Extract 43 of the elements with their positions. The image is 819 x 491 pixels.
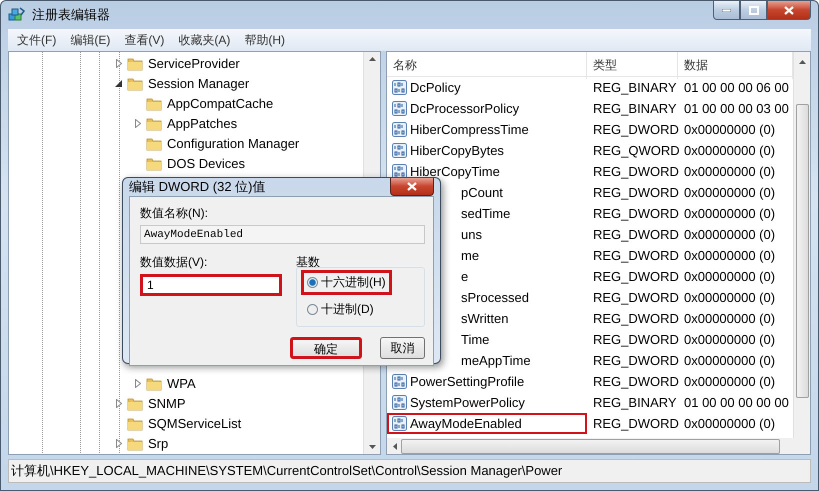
type-cell-text: REG_DWORD [592, 164, 678, 179]
data-cell-text: 01 00 00 00 03 00 [683, 101, 790, 116]
type-cell-text: REG_DWORD [592, 248, 678, 263]
data-cell-text: 0x00000000 (0) [683, 122, 776, 137]
type-cell-text: REG_BINARY [592, 101, 678, 116]
value-name-field: AwayModeEnabled [140, 225, 425, 244]
data-cell-text: 0x00000000 (0) [683, 143, 776, 158]
radio-label: 十进制(D) [321, 301, 374, 318]
type-cell-text: REG_QWORD [592, 143, 678, 158]
data-cell-text: 0x00000000 (0) [683, 332, 776, 347]
type-cell-text: REG_DWORD [592, 227, 678, 242]
data-cell-text: 0x00000000 (0) [683, 311, 776, 326]
type-cell-text: REG_DWORD [592, 122, 678, 137]
data-cell-text: 0x00000000 (0) [683, 290, 776, 305]
data-cell-text: 0x00000000 (0) [683, 248, 776, 263]
data-cell-text: 0x00000000 (0) [683, 416, 776, 431]
data-cell-text: 0x00000000 (0) [683, 353, 776, 368]
registry-path: 计算机\HKEY_LOCAL_MACHINE\SYSTEM\CurrentControlSet\Control\Session Manager\Power [11, 462, 562, 480]
type-cell-text: REG_DWORD [592, 353, 678, 368]
data-cell-text: 01 00 00 00 00 00 [683, 395, 790, 410]
type-cell-text: REG_BINARY [592, 80, 678, 95]
type-cell-text: REG_DWORD [592, 290, 678, 305]
type-cell-text: REG_DWORD [592, 185, 678, 200]
radio-label: 十六进制(H) [321, 274, 386, 291]
value-name-label: 数值名称(N): [140, 205, 209, 222]
data-cell-text: 0x00000000 (0) [683, 374, 776, 389]
data-cell-text: 01 00 00 00 06 00 [683, 80, 790, 95]
window-title: 注册表编辑器 [32, 6, 110, 24]
type-cell-text: REG_BINARY [592, 395, 678, 410]
data-cell-text: 0x00000000 (0) [683, 269, 776, 284]
data-cell-text: 0x00000000 (0) [683, 164, 776, 179]
value-data-label: 数值数据(V): [140, 254, 208, 271]
type-cell-text: REG_DWORD [592, 416, 678, 431]
data-cell-text: 0x00000000 (0) [683, 185, 776, 200]
type-cell-text: REG_DWORD [592, 332, 678, 347]
type-cell-text: REG_DWORD [592, 269, 678, 284]
type-cell-text: REG_DWORD [592, 206, 678, 221]
dialog-title: 编辑 DWORD (32 位)值 [129, 178, 266, 196]
type-cell-text: REG_DWORD [592, 311, 678, 326]
data-cell-text: 0x00000000 (0) [683, 227, 776, 242]
base-group-label: 基数 [296, 254, 321, 271]
data-cell-text: 0x00000000 (0) [683, 206, 776, 221]
type-cell-text: REG_DWORD [592, 374, 678, 389]
